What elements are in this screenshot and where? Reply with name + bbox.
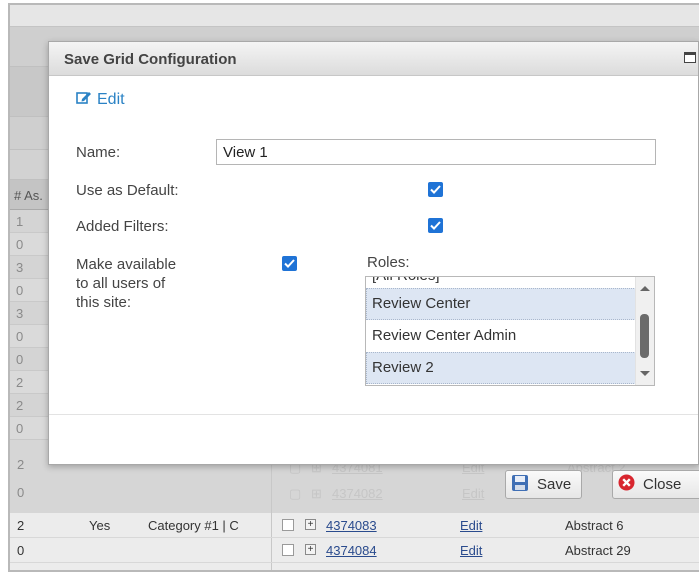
- save-button-label: Save: [537, 476, 572, 493]
- roles-label: Roles:: [367, 254, 410, 271]
- ghost-expand-icon: ⊞: [311, 486, 322, 501]
- ghost-row-id: 4374082: [332, 486, 383, 501]
- checkmark-icon: [284, 259, 295, 268]
- scrollbar-thumb[interactable]: [640, 314, 649, 358]
- close-button[interactable]: Close: [612, 470, 699, 499]
- expand-row-icon[interactable]: +: [305, 519, 316, 530]
- table-row[interactable]: 2 Yes Category #1 | C + 4374083 Edit Abs…: [10, 513, 699, 538]
- table-row[interactable]: 0 + 4374084 Edit Abstract 29: [10, 538, 699, 563]
- ghost-checkbox: ▢: [289, 486, 302, 501]
- row-id-link[interactable]: 4374084: [326, 543, 377, 558]
- row-checkbox[interactable]: [282, 519, 294, 531]
- use-as-default-checkbox[interactable]: [428, 182, 443, 197]
- row-checkbox[interactable]: [282, 544, 294, 556]
- row-edit-link[interactable]: Edit: [460, 543, 482, 558]
- expand-row-icon[interactable]: +: [305, 544, 316, 555]
- make-available-label-line: to all users of: [76, 275, 166, 292]
- grid-cell: 2: [17, 457, 25, 472]
- role-option[interactable]: Review 2: [366, 352, 636, 384]
- name-field[interactable]: [216, 139, 656, 165]
- grid-top-bar: [10, 5, 699, 27]
- close-button-label: Close: [643, 476, 682, 493]
- floppy-disk-icon: [511, 474, 529, 496]
- save-grid-configuration-dialog: Save Grid Configuration Edit Name: Use a…: [48, 41, 699, 465]
- scroll-up-arrow-icon[interactable]: [640, 286, 650, 291]
- use-as-default-label: Use as Default:: [76, 182, 179, 199]
- make-available-label-line: this site:: [76, 294, 132, 311]
- role-option[interactable]: Review Center Admin: [366, 320, 636, 352]
- added-filters-checkbox[interactable]: [428, 218, 443, 233]
- role-option[interactable]: Review Center: [366, 288, 636, 320]
- roles-listbox[interactable]: [All Roles] Review Center Review Center …: [365, 276, 655, 386]
- window-maximize-icon[interactable]: [684, 52, 696, 63]
- pencil-square-icon: [76, 90, 92, 109]
- name-label: Name:: [76, 144, 121, 161]
- added-filters-label: Added Filters:: [76, 218, 169, 235]
- row-id-link[interactable]: 4374083: [326, 518, 377, 533]
- checkmark-icon: [430, 221, 441, 230]
- row-title: Abstract 29: [565, 543, 631, 558]
- roles-scrollbar[interactable]: [635, 277, 654, 385]
- save-button[interactable]: Save: [505, 470, 583, 499]
- row-title: Abstract 6: [565, 518, 624, 533]
- row-category: Category #1 | C: [148, 518, 239, 533]
- red-x-circle-icon: [618, 474, 635, 495]
- role-option[interactable]: [All Roles]: [366, 277, 636, 288]
- edit-link[interactable]: Edit: [76, 90, 125, 109]
- row-count: 0: [17, 543, 25, 558]
- scroll-down-arrow-icon[interactable]: [640, 371, 650, 376]
- make-available-label-line: Make available: [76, 256, 177, 273]
- row-edit-link[interactable]: Edit: [460, 518, 482, 533]
- ghost-row-edit: Edit: [462, 486, 485, 501]
- grid-cell: 0: [17, 485, 25, 500]
- checkmark-icon: [430, 185, 441, 194]
- make-available-checkbox[interactable]: [282, 256, 297, 271]
- dialog-footer-divider: [49, 414, 698, 415]
- row-flag: Yes: [89, 518, 111, 533]
- edit-link-label: Edit: [97, 90, 125, 108]
- row-count: 2: [17, 518, 25, 533]
- dialog-title[interactable]: Save Grid Configuration: [49, 42, 698, 76]
